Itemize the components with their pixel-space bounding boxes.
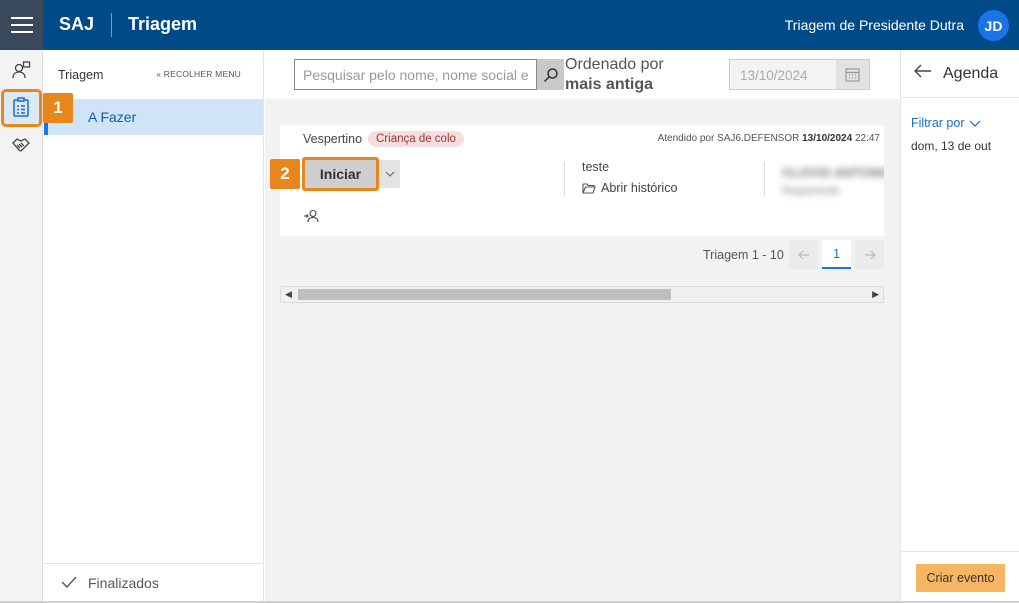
blurred-person-info: CLOVIS ANTONIO Requerente (782, 165, 884, 197)
note-text: teste (582, 160, 610, 174)
menu-item-label: Finalizados (88, 575, 159, 591)
menu-item-label: A Fazer (88, 109, 137, 125)
filter-by-dropdown[interactable]: Filtrar por (911, 116, 981, 130)
blurred-name: CLOVIS ANTONIO (782, 165, 884, 180)
attended-time: 22:47 (854, 133, 880, 144)
toolbar: Ordenado por mais antiga 13/10/2024 (265, 50, 900, 99)
open-history-link[interactable]: Abrir histórico (582, 181, 677, 195)
create-event-button[interactable]: Criar evento (916, 564, 1005, 592)
date-value: 13/10/2024 (740, 68, 808, 83)
agenda-footer: Criar evento (901, 551, 1019, 601)
callout-marker-2: 2 (270, 159, 300, 189)
folder-open-icon (582, 183, 596, 194)
chevron-down-icon (970, 120, 981, 127)
top-header: SAJ Triagem Triagem de Presidente Dutra … (0, 0, 1019, 50)
agenda-panel: Agenda Filtrar por dom, 13 de out Criar … (900, 50, 1019, 601)
scroll-left-icon[interactable]: ◀ (285, 289, 292, 300)
app-title: Triagem (128, 14, 198, 34)
triage-card: Vespertino Criança de colo Atendido por … (280, 125, 884, 236)
blurred-subtitle: Requerente (782, 185, 840, 197)
attended-date: 13/10/2024 (802, 133, 853, 144)
pagination-label: Triagem 1 - 10 (703, 248, 784, 262)
filter-date: dom, 13 de out (911, 139, 992, 153)
arrow-right-icon[interactable] (855, 240, 884, 269)
arrow-left-icon[interactable] (789, 240, 818, 269)
search-input[interactable] (294, 59, 537, 90)
agenda-header: Agenda (901, 50, 1019, 98)
scrollbar-thumb[interactable] (298, 289, 671, 300)
check-icon (61, 576, 77, 589)
search-icon[interactable] (537, 59, 564, 90)
horizontal-scrollbar[interactable]: ◀ ▶ (280, 286, 884, 303)
side-menu: Triagem « RECOLHER MENU A Fazer Finaliza… (44, 50, 264, 601)
back-arrow-icon[interactable] (914, 64, 932, 83)
chevron-down-icon[interactable] (379, 160, 400, 188)
handshake-icon[interactable] (8, 132, 34, 158)
user-avatar[interactable]: JD (978, 10, 1009, 41)
attended-info: Atendido por SAJ6.DEFENSOR 13/10/2024 22… (658, 133, 880, 144)
page-number-current[interactable]: 1 (822, 240, 851, 269)
calendar-icon[interactable] (836, 60, 869, 89)
brand-logo: SAJ (59, 14, 95, 34)
order-label: Ordenado por (565, 56, 664, 73)
scroll-right-icon[interactable]: ▶ (872, 289, 879, 300)
callout-marker-1: 1 (43, 93, 73, 123)
agenda-title: Agenda (943, 65, 999, 82)
column-divider (564, 162, 565, 196)
person-card-icon[interactable] (8, 57, 34, 83)
unit-name[interactable]: Triagem de Presidente Dutra (785, 17, 964, 33)
clipboard-list-icon[interactable] (8, 94, 34, 120)
date-filter-field[interactable]: 13/10/2024 (729, 59, 870, 90)
menu-item-finalizados[interactable]: Finalizados (44, 563, 263, 601)
order-value[interactable]: mais antiga (565, 76, 653, 94)
menu-item-a-fazer[interactable]: A Fazer (44, 99, 263, 135)
collapse-menu-link[interactable]: « RECOLHER MENU (156, 69, 241, 79)
attended-by: Atendido por SAJ6.DEFENSOR (657, 133, 800, 144)
hamburger-menu-icon[interactable] (0, 0, 43, 50)
period-label: Vespertino (303, 132, 363, 146)
main-content: Ordenado por mais antiga 13/10/2024 Vesp… (265, 50, 900, 601)
start-button[interactable]: Iniciar (305, 160, 376, 188)
priority-badge: Criança de colo (368, 131, 464, 147)
assign-person-icon[interactable] (303, 209, 319, 228)
side-menu-title: Triagem (58, 68, 104, 82)
icon-rail (0, 50, 43, 601)
filter-by-label: Filtrar por (911, 116, 965, 130)
column-divider (764, 162, 765, 196)
header-divider (111, 13, 112, 37)
open-history-label: Abrir histórico (601, 181, 678, 195)
